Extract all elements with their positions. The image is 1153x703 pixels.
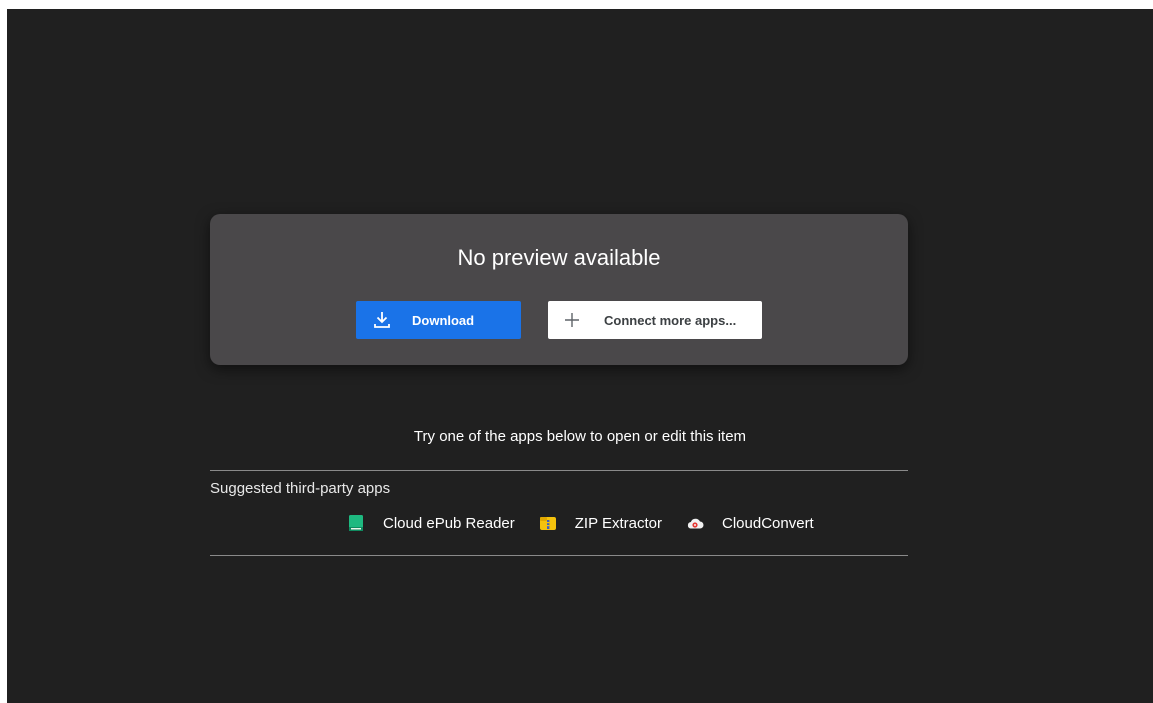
- divider: [210, 470, 908, 471]
- download-label: Download: [412, 312, 475, 328]
- app-label: CloudConvert: [722, 514, 814, 532]
- suggested-apps-list: Cloud ePub Reader ZIP Extractor CloudCon…: [347, 511, 814, 535]
- book-icon: [347, 514, 365, 532]
- app-cloud-epub-reader[interactable]: Cloud ePub Reader: [347, 514, 515, 532]
- file-viewer: No preview available Download Connect mo…: [7, 9, 1153, 703]
- zip-icon: [539, 514, 557, 532]
- connect-more-apps-button[interactable]: Connect more apps...: [548, 301, 762, 339]
- app-cloudconvert[interactable]: CloudConvert: [686, 514, 814, 532]
- app-zip-extractor[interactable]: ZIP Extractor: [539, 514, 662, 532]
- suggestion-prompt: Try one of the apps below to open or edi…: [413, 428, 747, 445]
- download-icon: [370, 308, 394, 332]
- no-preview-card: No preview available Download Connect mo…: [210, 214, 908, 365]
- cloud-icon: [686, 514, 704, 532]
- suggested-apps-heading: Suggested third-party apps: [210, 480, 391, 497]
- connect-label: Connect more apps...: [604, 312, 737, 328]
- preview-title: No preview available: [457, 245, 661, 270]
- download-button[interactable]: Download: [356, 301, 521, 339]
- app-label: Cloud ePub Reader: [383, 514, 515, 532]
- app-label: ZIP Extractor: [574, 514, 663, 532]
- plus-icon: [560, 308, 584, 332]
- divider: [210, 555, 908, 556]
